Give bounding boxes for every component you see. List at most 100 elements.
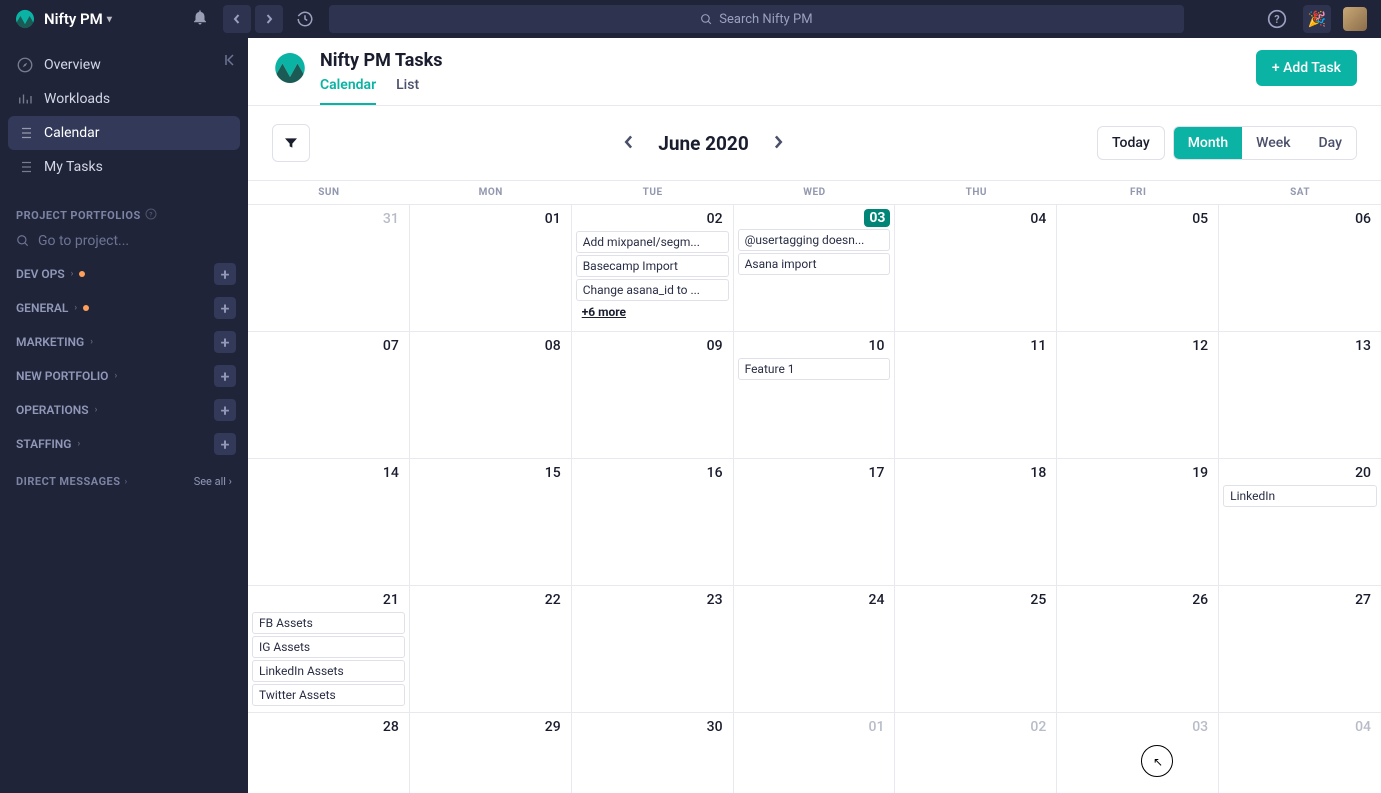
calendar-day[interactable]: 03@usertagging doesn...Asana import bbox=[734, 205, 896, 331]
calendar-day[interactable]: 21FB AssetsIG AssetsLinkedIn AssetsTwitt… bbox=[248, 586, 410, 712]
nav-back-button[interactable] bbox=[223, 5, 251, 33]
add-portfolio-item-button[interactable]: + bbox=[214, 365, 236, 387]
calendar-day[interactable]: 15 bbox=[410, 459, 572, 585]
sidebar-item-my-tasks[interactable]: My Tasks bbox=[0, 150, 248, 184]
view-day-button[interactable]: Day bbox=[1305, 127, 1356, 159]
sidebar-item-calendar[interactable]: Calendar bbox=[8, 116, 240, 150]
portfolio-operations[interactable]: OPERATIONS›+ bbox=[0, 393, 248, 427]
portfolio-new-portfolio[interactable]: NEW PORTFOLIO›+ bbox=[0, 359, 248, 393]
day-number: 07 bbox=[252, 336, 405, 356]
calendar-day[interactable]: 13 bbox=[1219, 332, 1381, 458]
calendar-day[interactable]: 17 bbox=[734, 459, 896, 585]
calendar-day[interactable]: 19 bbox=[1057, 459, 1219, 585]
day-number: 14 bbox=[252, 463, 405, 483]
calendar-day[interactable]: 04 bbox=[895, 205, 1057, 331]
bars-icon bbox=[16, 90, 34, 108]
day-number: 28 bbox=[252, 717, 405, 737]
calendar-day[interactable]: 23 bbox=[572, 586, 734, 712]
calendar-event[interactable]: Twitter Assets bbox=[252, 684, 405, 706]
collapse-sidebar-button[interactable] bbox=[222, 52, 238, 72]
add-portfolio-item-button[interactable]: + bbox=[214, 331, 236, 353]
calendar-day[interactable]: 26 bbox=[1057, 586, 1219, 712]
sidebar-nav: OverviewWorkloadsCalendarMy Tasks bbox=[0, 38, 248, 194]
today-button[interactable]: Today bbox=[1097, 126, 1165, 160]
calendar-day[interactable]: 07 bbox=[248, 332, 410, 458]
tab-calendar[interactable]: Calendar bbox=[320, 77, 376, 105]
portfolio-dev-ops[interactable]: DEV OPS›+ bbox=[0, 257, 248, 291]
calendar-event[interactable]: FB Assets bbox=[252, 612, 405, 634]
calendar-day[interactable]: 06 bbox=[1219, 205, 1381, 331]
portfolio-label: GENERAL bbox=[16, 301, 68, 315]
calendar-event[interactable]: LinkedIn bbox=[1223, 485, 1377, 507]
add-portfolio-item-button[interactable]: + bbox=[214, 433, 236, 455]
calendar-day[interactable]: 27 bbox=[1219, 586, 1381, 712]
calendar-day[interactable]: 02 bbox=[895, 713, 1057, 793]
calendar-day[interactable]: 09 bbox=[572, 332, 734, 458]
calendar-event[interactable]: LinkedIn Assets bbox=[252, 660, 405, 682]
notifications-button[interactable] bbox=[191, 8, 209, 30]
direct-messages-label[interactable]: DIRECT MESSAGES › bbox=[16, 475, 128, 488]
add-portfolio-item-button[interactable]: + bbox=[214, 399, 236, 421]
help-icon[interactable]: ? bbox=[145, 208, 157, 223]
collapse-icon bbox=[222, 52, 238, 68]
tab-list[interactable]: List bbox=[396, 77, 419, 105]
calendar-day[interactable]: 01 bbox=[410, 205, 572, 331]
calendar-event[interactable]: Feature 1 bbox=[738, 358, 891, 380]
sidebar-item-workloads[interactable]: Workloads bbox=[0, 82, 248, 116]
workspace-switcher[interactable]: Nifty PM ▾ bbox=[44, 10, 112, 28]
nav-forward-button[interactable] bbox=[255, 5, 283, 33]
calendar-weeks: 310102Add mixpanel/segm...Basecamp Impor… bbox=[248, 205, 1381, 793]
project-search-input[interactable]: Go to project... bbox=[0, 229, 248, 257]
calendar-event[interactable]: Change asana_id to ... bbox=[576, 279, 729, 301]
calendar-day[interactable]: 22 bbox=[410, 586, 572, 712]
calendar-day[interactable]: 05 bbox=[1057, 205, 1219, 331]
next-month-button[interactable] bbox=[767, 130, 789, 157]
calendar-day[interactable]: 20LinkedIn bbox=[1219, 459, 1381, 585]
calendar-day[interactable]: 04 bbox=[1219, 713, 1381, 793]
view-week-button[interactable]: Week bbox=[1242, 127, 1304, 159]
filter-button[interactable] bbox=[272, 124, 310, 162]
more-events-link[interactable]: +6 more bbox=[576, 303, 729, 321]
calendar-day[interactable]: 03 bbox=[1057, 713, 1219, 793]
calendar-day[interactable]: 01 bbox=[734, 713, 896, 793]
calendar-day[interactable]: 16 bbox=[572, 459, 734, 585]
history-button[interactable] bbox=[291, 5, 319, 33]
calendar-event[interactable]: Add mixpanel/segm... bbox=[576, 231, 729, 253]
calendar-event[interactable]: IG Assets bbox=[252, 636, 405, 658]
calendar-day[interactable]: 28 bbox=[248, 713, 410, 793]
view-month-button[interactable]: Month bbox=[1174, 127, 1242, 159]
chevron-left-icon bbox=[622, 135, 636, 149]
calendar-day[interactable]: 02Add mixpanel/segm...Basecamp ImportCha… bbox=[572, 205, 734, 331]
portfolio-staffing[interactable]: STAFFING›+ bbox=[0, 427, 248, 461]
chevron-right-icon: › bbox=[71, 269, 74, 279]
portfolio-marketing[interactable]: MARKETING›+ bbox=[0, 325, 248, 359]
calendar-day[interactable]: 11 bbox=[895, 332, 1057, 458]
add-portfolio-item-button[interactable]: + bbox=[214, 263, 236, 285]
calendar-day[interactable]: 18 bbox=[895, 459, 1057, 585]
calendar-day[interactable]: 31 bbox=[248, 205, 410, 331]
calendar-event[interactable]: Asana import bbox=[738, 253, 891, 275]
calendar-day[interactable]: 12 bbox=[1057, 332, 1219, 458]
calendar-event[interactable]: @usertagging doesn... bbox=[738, 229, 891, 251]
see-all-link[interactable]: See all › bbox=[194, 475, 232, 488]
calendar-day[interactable]: 14 bbox=[248, 459, 410, 585]
add-portfolio-item-button[interactable]: + bbox=[214, 297, 236, 319]
user-avatar[interactable] bbox=[1343, 7, 1367, 31]
top-bar: Nifty PM ▾ Search Nifty PM ? 🎉 bbox=[0, 0, 1381, 38]
calendar-day[interactable]: 25 bbox=[895, 586, 1057, 712]
portfolio-general[interactable]: GENERAL›+ bbox=[0, 291, 248, 325]
help-button[interactable]: ? bbox=[1263, 5, 1291, 33]
calendar-event[interactable]: Basecamp Import bbox=[576, 255, 729, 277]
prev-month-button[interactable] bbox=[618, 130, 640, 157]
calendar-day[interactable]: 30 bbox=[572, 713, 734, 793]
whats-new-button[interactable]: 🎉 bbox=[1303, 5, 1331, 33]
search-input[interactable]: Search Nifty PM bbox=[329, 5, 1184, 33]
calendar-day[interactable]: 08 bbox=[410, 332, 572, 458]
calendar-day[interactable]: 10Feature 1 bbox=[734, 332, 896, 458]
add-task-button[interactable]: + Add Task bbox=[1256, 50, 1357, 86]
calendar-day[interactable]: 24 bbox=[734, 586, 896, 712]
day-number: 20 bbox=[1223, 463, 1377, 483]
day-number: 27 bbox=[1223, 590, 1377, 610]
sidebar-item-overview[interactable]: Overview bbox=[0, 48, 248, 82]
calendar-day[interactable]: 29 bbox=[410, 713, 572, 793]
